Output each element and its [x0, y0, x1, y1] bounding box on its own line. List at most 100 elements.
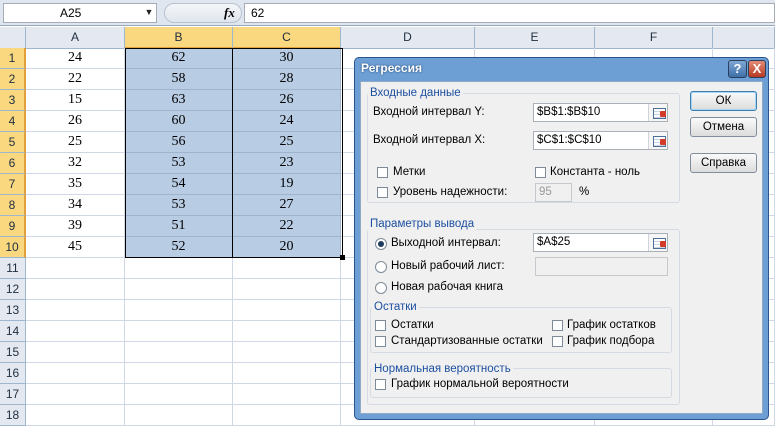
cell[interactable]: 39 — [26, 216, 125, 237]
new-worksheet-field[interactable] — [535, 257, 668, 276]
cell[interactable] — [233, 363, 341, 384]
cell[interactable] — [125, 405, 233, 426]
cell[interactable]: 45 — [26, 237, 125, 258]
constant-zero-checkbox[interactable] — [535, 167, 546, 178]
cell[interactable] — [233, 300, 341, 321]
cell[interactable] — [233, 384, 341, 405]
row-header-1[interactable]: 1 — [0, 48, 26, 69]
cell[interactable] — [233, 342, 341, 363]
cell[interactable] — [125, 258, 233, 279]
row-header-15[interactable]: 15 — [0, 342, 26, 363]
cell[interactable] — [26, 342, 125, 363]
confidence-level-label: Уровень надежности: — [393, 186, 508, 198]
row-header-18[interactable]: 18 — [0, 405, 26, 426]
column-header[interactable] — [713, 27, 775, 49]
cell[interactable] — [26, 300, 125, 321]
residual-plot-checkbox[interactable] — [552, 320, 563, 331]
ok-button[interactable]: ОК — [690, 91, 757, 111]
formula-input[interactable]: 62 — [244, 3, 775, 23]
normal-probability-plot-checkbox[interactable] — [375, 379, 386, 390]
cell[interactable] — [26, 258, 125, 279]
cancel-button[interactable]: Отмена — [690, 117, 757, 137]
column-header-e[interactable]: E — [475, 27, 595, 49]
column-header-d[interactable]: D — [341, 27, 475, 49]
cell[interactable] — [26, 363, 125, 384]
cell[interactable]: 22 — [26, 69, 125, 90]
cell[interactable]: 24 — [26, 48, 125, 69]
confidence-level-checkbox[interactable] — [377, 187, 388, 198]
cell[interactable] — [233, 405, 341, 426]
cell[interactable] — [125, 321, 233, 342]
row-header-10[interactable]: 10 — [0, 237, 26, 258]
cell[interactable] — [233, 279, 341, 300]
row-header-14[interactable]: 14 — [0, 321, 26, 342]
std-residuals-checkbox[interactable] — [375, 336, 386, 347]
cell[interactable]: 35 — [26, 174, 125, 195]
cell[interactable]: 34 — [26, 195, 125, 216]
column-header-f[interactable]: F — [595, 27, 713, 49]
row-header-16[interactable]: 16 — [0, 363, 26, 384]
cell[interactable] — [125, 279, 233, 300]
fit-plot-label: График подбора — [567, 335, 655, 347]
name-box-dropdown-icon[interactable]: ▼ — [142, 3, 156, 21]
cell[interactable] — [233, 258, 341, 279]
input-y-label: Входной интервал Y: — [373, 106, 485, 118]
cell[interactable]: 25 — [26, 132, 125, 153]
residuals-checkbox[interactable] — [375, 320, 386, 331]
std-residuals-label: Стандартизованные остатки — [391, 335, 543, 347]
cell[interactable] — [125, 363, 233, 384]
cell[interactable]: 26 — [26, 111, 125, 132]
row-header-7[interactable]: 7 — [0, 174, 26, 195]
cell[interactable] — [233, 321, 341, 342]
residuals-group-label: Остатки — [372, 300, 419, 314]
row-header-4[interactable]: 4 — [0, 111, 26, 132]
collapse-dialog-icon[interactable] — [648, 104, 667, 121]
cell[interactable] — [26, 321, 125, 342]
new-workbook-label: Новая рабочая книга — [391, 281, 503, 293]
row-header-13[interactable]: 13 — [0, 300, 26, 321]
row-header-6[interactable]: 6 — [0, 153, 26, 174]
output-options-group-label: Параметры вывода — [368, 217, 477, 231]
row-header-11[interactable]: 11 — [0, 258, 26, 279]
row-header-8[interactable]: 8 — [0, 195, 26, 216]
residuals-label: Остатки — [391, 319, 434, 331]
output-range-radio[interactable] — [375, 238, 387, 250]
cell[interactable] — [26, 279, 125, 300]
select-all-corner[interactable] — [0, 27, 26, 49]
collapse-dialog-icon[interactable] — [648, 132, 667, 149]
labels-label: Метки — [393, 166, 426, 178]
row-header-3[interactable]: 3 — [0, 90, 26, 111]
column-header-b[interactable]: B — [125, 27, 233, 49]
cell[interactable] — [26, 405, 125, 426]
constant-zero-label: Константа - ноль — [550, 166, 641, 178]
help-title-button[interactable]: ? — [728, 60, 747, 78]
cell[interactable] — [26, 384, 125, 405]
help-button[interactable]: Справка — [690, 153, 757, 173]
labels-checkbox[interactable] — [377, 167, 388, 178]
name-box[interactable]: A25 — [3, 3, 157, 23]
row-header-17[interactable]: 17 — [0, 384, 26, 405]
row-header-9[interactable]: 9 — [0, 216, 26, 237]
input-x-label: Входной интервал X: — [373, 134, 486, 146]
close-button[interactable]: X — [748, 60, 766, 78]
cell[interactable] — [125, 342, 233, 363]
row-header-2[interactable]: 2 — [0, 69, 26, 90]
row-header-12[interactable]: 12 — [0, 279, 26, 300]
new-worksheet-label: Новый рабочий лист: — [391, 260, 505, 272]
column-header-a[interactable]: A — [26, 27, 125, 49]
row-header-5[interactable]: 5 — [0, 132, 26, 153]
normal-probability-plot-label: График нормальной вероятности — [391, 378, 569, 390]
confidence-level-field[interactable]: 95 — [535, 183, 572, 202]
cell[interactable] — [125, 300, 233, 321]
fit-plot-checkbox[interactable] — [552, 336, 563, 347]
insert-function-button[interactable]: fx — [224, 5, 235, 21]
selection-border — [125, 48, 343, 258]
new-worksheet-radio[interactable] — [375, 261, 387, 273]
cell[interactable]: 15 — [26, 90, 125, 111]
new-workbook-radio[interactable] — [375, 282, 387, 294]
column-header-c[interactable]: C — [233, 27, 341, 49]
fill-handle[interactable] — [340, 255, 345, 260]
collapse-dialog-icon[interactable] — [648, 234, 667, 251]
cell[interactable]: 32 — [26, 153, 125, 174]
cell[interactable] — [125, 384, 233, 405]
